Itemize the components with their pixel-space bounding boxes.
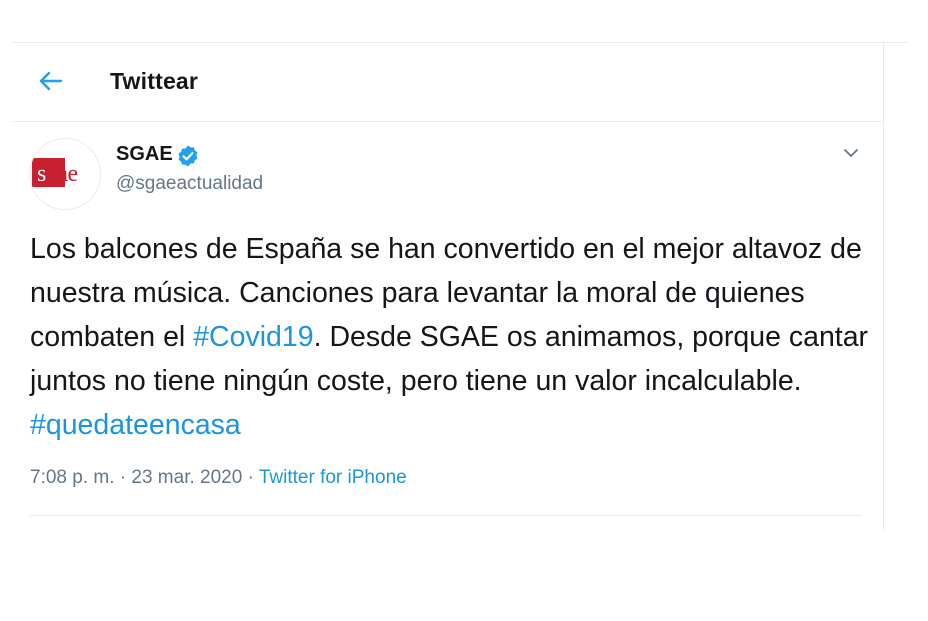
tweet-source-link[interactable]: Twitter for iPhone xyxy=(259,467,407,488)
tweet-divider xyxy=(30,515,862,516)
more-options-button[interactable] xyxy=(840,142,862,164)
column-border xyxy=(883,42,884,530)
meta-separator: · xyxy=(247,467,254,488)
chevron-down-icon xyxy=(844,149,858,157)
tweet-time[interactable]: 7:08 p. m. xyxy=(30,467,115,488)
hashtag-link[interactable]: #quedateencasa xyxy=(30,409,241,441)
page-header: Twittear xyxy=(12,43,883,121)
header-divider xyxy=(12,121,883,122)
author-name[interactable]: SGAE xyxy=(116,143,173,166)
author-handle[interactable]: @sgaeactualidad xyxy=(116,173,263,195)
sgae-logo: sgae xyxy=(37,161,78,187)
verified-badge-icon xyxy=(178,145,198,167)
back-button[interactable] xyxy=(36,66,66,96)
tweet-date[interactable]: 23 mar. 2020 xyxy=(131,467,242,488)
page-title: Twittear xyxy=(110,68,199,94)
arrow-left-icon xyxy=(39,71,63,91)
tweet-text: Los balcones de España se han convertido… xyxy=(30,227,880,447)
tweet-meta: 7:08 p. m. · 23 mar. 2020 · Twitter for … xyxy=(30,467,407,489)
meta-separator: · xyxy=(119,467,127,488)
hashtag-link[interactable]: #Covid19 xyxy=(193,321,313,353)
avatar[interactable]: sgae xyxy=(29,138,101,210)
